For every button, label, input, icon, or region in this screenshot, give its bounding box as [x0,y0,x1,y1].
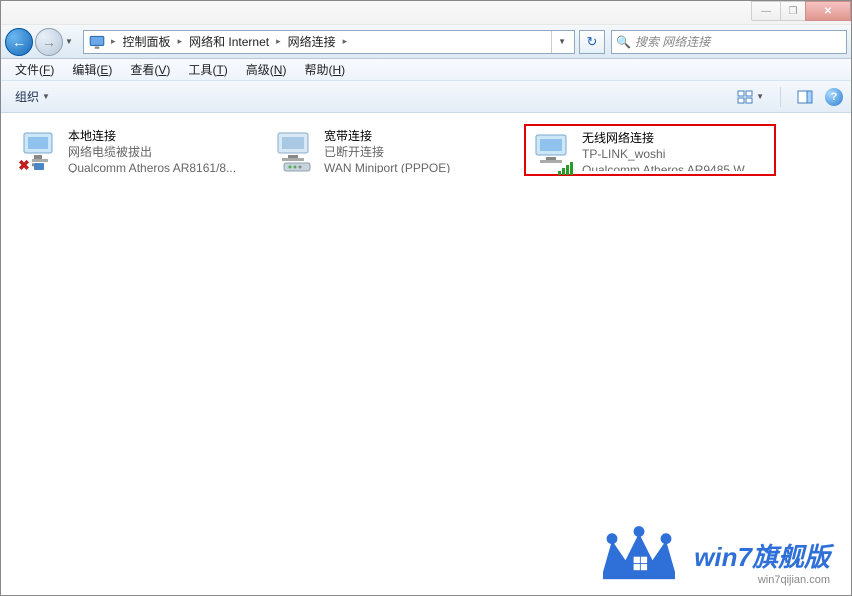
menu-edit[interactable]: 编辑(E) [64,59,120,80]
menu-tools[interactable]: 工具(T) [180,59,235,80]
error-overlay-icon: ✖ [16,157,32,173]
breadcrumb-network-internet[interactable]: 网络和 Internet [185,31,273,53]
back-button[interactable]: ← [5,28,33,56]
menu-bar: 文件(F) 编辑(E) 查看(V) 工具(T) 高级(N) 帮助(H) [1,59,851,81]
maximize-button[interactable]: ❐ [780,1,806,21]
search-input[interactable]: 🔍 搜索 网络连接 [611,30,847,54]
connection-text: 宽带连接 已断开连接 WAN Miniport (PPPOE) [320,127,516,173]
menu-help[interactable]: 帮助(H) [296,59,353,80]
organize-button[interactable]: 组织 ▼ [9,85,56,108]
separator [780,87,781,107]
search-icon: 🔍 [616,35,631,49]
connection-device: WAN Miniport (PPPOE) [324,160,512,173]
connection-name: 无线网络连接 [582,130,766,146]
breadcrumb-sep: ▸ [175,36,186,47]
minimize-button[interactable]: — [751,1,781,21]
address-bar[interactable]: ▸ 控制面板 ▸ 网络和 Internet ▸ 网络连接 ▸ ▼ [83,30,575,54]
help-button[interactable]: ? [825,88,843,106]
breadcrumb-sep: ▸ [108,36,119,47]
watermark: win7旗舰版 win7qijian.com [594,522,830,586]
connection-name: 本地连接 [68,128,256,144]
connection-status: 已断开连接 [324,144,512,160]
breadcrumb-sep: ▸ [340,36,351,47]
command-bar: 组织 ▼ ▼ ? [1,81,851,113]
history-dropdown[interactable]: ▼ [65,37,79,46]
chevron-down-icon: ▼ [756,92,764,101]
connection-status: TP-LINK_woshi [582,146,766,162]
organize-label: 组织 [15,88,39,105]
watermark-url: win7qijian.com [694,574,830,586]
connection-wireless[interactable]: 无线网络连接 TP-LINK_woshi Qualcomm Atheros AR… [524,124,776,176]
connection-device: Qualcomm Atheros AR9485 W... [582,162,766,171]
close-button[interactable]: ✕ [805,1,851,21]
pane-icon [797,89,813,105]
breadcrumb-control-panel[interactable]: 控制面板 [119,31,175,53]
connection-device: Qualcomm Atheros AR8161/8... [68,160,256,173]
forward-button[interactable]: → [35,28,63,56]
connection-status: 网络电缆被拔出 [68,144,256,160]
chevron-down-icon: ▼ [42,92,50,101]
crown-icon [594,522,684,586]
breadcrumb-network-connections[interactable]: 网络连接 [284,31,340,53]
search-placeholder: 搜索 网络连接 [635,33,710,50]
change-view-button[interactable]: ▼ [733,87,768,107]
address-dropdown[interactable]: ▼ [551,31,572,53]
title-bar: — ❐ ✕ [1,1,851,25]
refresh-button[interactable]: ↻ [579,30,605,54]
connection-broadband[interactable]: 宽带连接 已断开连接 WAN Miniport (PPPOE) [268,124,520,176]
content-area: ✖ 本地连接 网络电缆被拔出 Qualcomm Atheros AR8161/8… [2,114,850,594]
connection-text: 无线网络连接 TP-LINK_woshi Qualcomm Atheros AR… [578,129,770,171]
ethernet-icon: ✖ [16,127,64,173]
connection-local[interactable]: ✖ 本地连接 网络电缆被拔出 Qualcomm Atheros AR8161/8… [12,124,264,176]
refresh-icon: ↻ [587,34,598,50]
modem-icon [272,127,320,173]
watermark-title: win7旗舰版 [694,537,830,574]
menu-advanced[interactable]: 高级(N) [238,59,295,80]
signal-overlay-icon [558,161,576,175]
menu-view[interactable]: 查看(V) [122,59,178,80]
preview-pane-button[interactable] [793,87,817,107]
wireless-icon [530,129,578,175]
connection-name: 宽带连接 [324,128,512,144]
view-icon [737,89,753,105]
navigation-bar: ← → ▼ ▸ 控制面板 ▸ 网络和 Internet ▸ 网络连接 ▸ ▼ ↻… [1,25,851,59]
breadcrumb-sep: ▸ [273,36,284,47]
location-icon [88,33,106,51]
connection-text: 本地连接 网络电缆被拔出 Qualcomm Atheros AR8161/8..… [64,127,260,173]
window-controls: — ❐ ✕ [752,1,851,21]
menu-file[interactable]: 文件(F) [7,59,62,80]
